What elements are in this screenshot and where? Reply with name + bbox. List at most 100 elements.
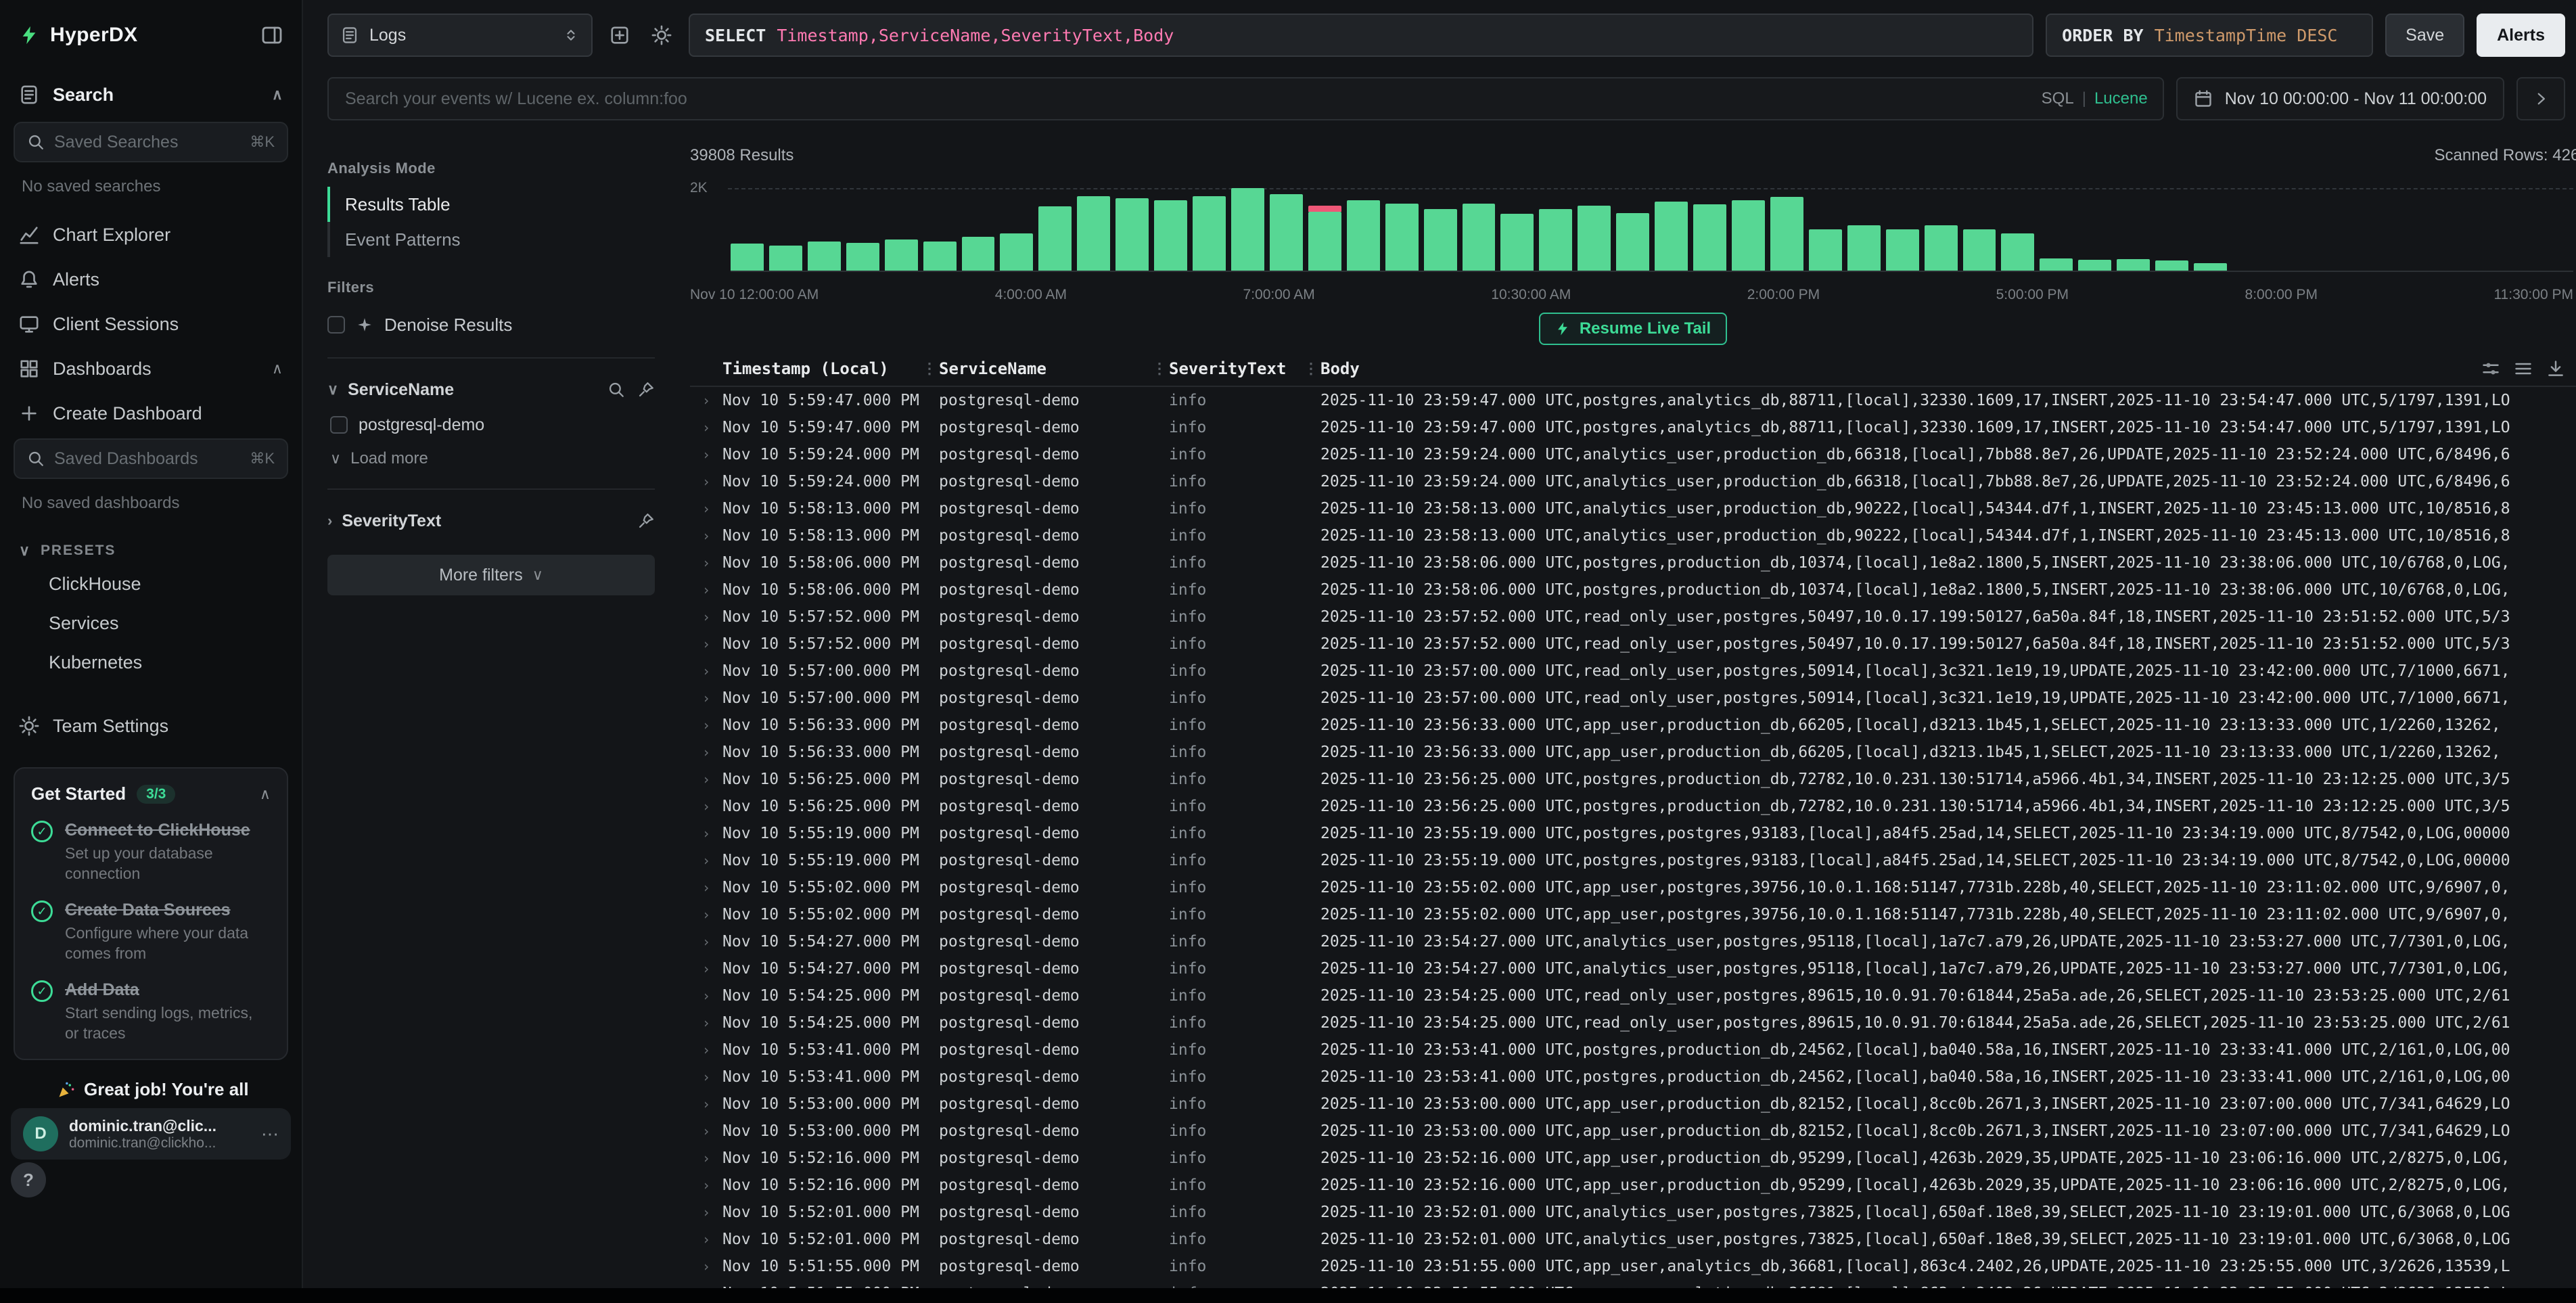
row-expand-icon[interactable]: › (690, 414, 722, 441)
search-input[interactable] (327, 77, 2164, 120)
table-row[interactable]: ›Nov 10 5:58:13.000 PMpostgresql-demoinf… (690, 522, 2576, 549)
histogram-bar[interactable] (731, 188, 764, 271)
edit-source-button[interactable] (605, 20, 635, 50)
row-expand-icon[interactable]: › (690, 495, 722, 522)
row-expand-icon[interactable]: › (690, 685, 722, 712)
column-resize-handle[interactable]: ⋮ (1150, 361, 1169, 378)
row-expand-icon[interactable]: › (690, 712, 722, 739)
histogram-bar[interactable] (1270, 188, 1303, 271)
table-row[interactable]: ›Nov 10 5:57:00.000 PMpostgresql-demoinf… (690, 685, 2576, 712)
saved-dashboards-input[interactable]: Saved Dashboards ⌘K (14, 438, 288, 479)
row-expand-icon[interactable]: › (690, 1199, 722, 1226)
column-header-servicename[interactable]: ServiceName (939, 359, 1150, 378)
histogram-bar[interactable] (1193, 188, 1226, 271)
denoise-results-checkbox-row[interactable]: Denoise Results (327, 306, 655, 344)
table-row[interactable]: ›Nov 10 5:56:25.000 PMpostgresql-demoinf… (690, 766, 2576, 793)
lucene-mode-option[interactable]: Lucene (2094, 89, 2148, 108)
histogram-bar[interactable] (1038, 188, 1072, 271)
help-button[interactable]: ? (11, 1162, 46, 1197)
table-row[interactable]: ›Nov 10 5:56:33.000 PMpostgresql-demoinf… (690, 739, 2576, 766)
histogram-bar[interactable] (962, 188, 995, 271)
table-row[interactable]: ›Nov 10 5:58:06.000 PMpostgresql-demoinf… (690, 576, 2576, 603)
table-row[interactable]: ›Nov 10 5:54:27.000 PMpostgresql-demoinf… (690, 955, 2576, 982)
mode-results-table[interactable]: Results Table (327, 187, 655, 222)
histogram-bar[interactable] (2540, 188, 2573, 271)
table-row[interactable]: ›Nov 10 5:57:52.000 PMpostgresql-demoinf… (690, 603, 2576, 631)
row-expand-icon[interactable]: › (690, 847, 722, 874)
histogram-bar[interactable] (2271, 188, 2304, 271)
get-started-step[interactable]: ✓ Add Data Start sending logs, metrics, … (31, 979, 271, 1044)
table-row[interactable]: ›Nov 10 5:54:25.000 PMpostgresql-demoinf… (690, 982, 2576, 1009)
search-icon[interactable] (607, 381, 625, 398)
table-row[interactable]: ›Nov 10 5:59:24.000 PMpostgresql-demoinf… (690, 468, 2576, 495)
column-resize-handle[interactable]: ⋮ (1302, 361, 1320, 378)
select-columns-input[interactable]: SELECT Timestamp,ServiceName,SeverityTex… (689, 14, 2033, 57)
facet-severitytext-header[interactable]: › SeverityText (327, 503, 655, 539)
row-expand-icon[interactable]: › (690, 1226, 722, 1253)
histogram-bar[interactable] (846, 188, 879, 271)
chevron-up-icon[interactable]: ∧ (272, 361, 283, 376)
source-select[interactable]: Logs (327, 14, 593, 57)
row-expand-icon[interactable]: › (690, 1064, 722, 1091)
save-button[interactable]: Save (2385, 14, 2464, 57)
more-filters-button[interactable]: More filters ∨ (327, 555, 655, 595)
row-expand-icon[interactable]: › (690, 874, 722, 901)
saved-searches-input[interactable]: Saved Searches ⌘K (14, 122, 288, 162)
table-row[interactable]: ›Nov 10 5:51:55.000 PMpostgresql-demoinf… (690, 1253, 2576, 1280)
row-expand-icon[interactable]: › (690, 1009, 722, 1036)
histogram-bar[interactable] (2194, 188, 2227, 271)
table-settings-icon[interactable] (2481, 359, 2500, 378)
table-row[interactable]: ›Nov 10 5:54:25.000 PMpostgresql-demoinf… (690, 1009, 2576, 1036)
row-expand-icon[interactable]: › (690, 387, 722, 414)
histogram-bar[interactable] (1539, 188, 1572, 271)
row-density-icon[interactable] (2514, 359, 2533, 378)
run-query-button[interactable] (2516, 77, 2565, 120)
pin-icon[interactable] (637, 381, 655, 398)
row-expand-icon[interactable]: › (690, 928, 722, 955)
histogram-bar[interactable] (1732, 188, 1765, 271)
row-expand-icon[interactable]: › (690, 1091, 722, 1118)
histogram-bar[interactable] (1463, 188, 1496, 271)
sidebar-item-team-settings[interactable]: Team Settings (0, 704, 302, 748)
facet-servicename-header[interactable]: ∨ ServiceName (327, 372, 655, 407)
sql-mode-option[interactable]: SQL (2042, 89, 2074, 108)
sidebar-item-kubernetes[interactable]: Kubernetes (0, 643, 302, 682)
get-started-header[interactable]: Get Started 3/3 ∧ (31, 783, 271, 804)
histogram-bar[interactable] (923, 188, 957, 271)
histogram-bar[interactable] (2348, 188, 2381, 271)
histogram-bar[interactable] (2463, 188, 2496, 271)
histogram-bar[interactable] (1347, 188, 1380, 271)
sidebar-item-chart-explorer[interactable]: Chart Explorer (0, 212, 302, 257)
row-expand-icon[interactable]: › (690, 631, 722, 658)
row-expand-icon[interactable]: › (690, 576, 722, 603)
histogram-bar[interactable] (1231, 188, 1264, 271)
table-row[interactable]: ›Nov 10 5:54:27.000 PMpostgresql-demoinf… (690, 928, 2576, 955)
column-header-timestamp[interactable]: Timestamp (Local) (722, 359, 920, 378)
table-row[interactable]: ›Nov 10 5:53:00.000 PMpostgresql-demoinf… (690, 1091, 2576, 1118)
table-row[interactable]: ›Nov 10 5:57:00.000 PMpostgresql-demoinf… (690, 658, 2576, 685)
table-row[interactable]: ›Nov 10 5:55:02.000 PMpostgresql-demoinf… (690, 874, 2576, 901)
row-expand-icon[interactable]: › (690, 549, 722, 576)
table-row[interactable]: ›Nov 10 5:53:41.000 PMpostgresql-demoinf… (690, 1036, 2576, 1064)
checkbox[interactable] (327, 316, 345, 334)
histogram-bar[interactable] (2502, 188, 2535, 271)
column-header-body[interactable]: Body (1320, 359, 1360, 378)
histogram-bar[interactable] (1116, 188, 1149, 271)
resume-live-tail-button[interactable]: Resume Live Tail (1539, 313, 1727, 345)
histogram-bar[interactable] (1077, 188, 1110, 271)
histogram-bar[interactable] (1578, 188, 1611, 271)
sidebar-item-dashboards[interactable]: Dashboards ∧ (0, 346, 302, 391)
pin-icon[interactable] (637, 512, 655, 530)
get-started-step[interactable]: ✓ Connect to ClickHouse Set up your data… (31, 819, 271, 884)
histogram-bar[interactable] (1770, 188, 1803, 271)
row-expand-icon[interactable]: › (690, 1036, 722, 1064)
presets-group-header[interactable]: ∨ PRESETS (0, 529, 302, 564)
table-row[interactable]: ›Nov 10 5:57:52.000 PMpostgresql-demoinf… (690, 631, 2576, 658)
chevron-up-icon[interactable]: ∧ (260, 787, 271, 802)
date-range-picker[interactable]: Nov 10 00:00:00 - Nov 11 00:00:00 (2176, 77, 2504, 120)
histogram-bar[interactable] (1616, 188, 1649, 271)
source-settings-button[interactable] (647, 20, 676, 50)
histogram-bar[interactable] (2309, 188, 2343, 271)
histogram-bar[interactable] (1655, 188, 1688, 271)
histogram-bar[interactable] (1886, 188, 1919, 271)
